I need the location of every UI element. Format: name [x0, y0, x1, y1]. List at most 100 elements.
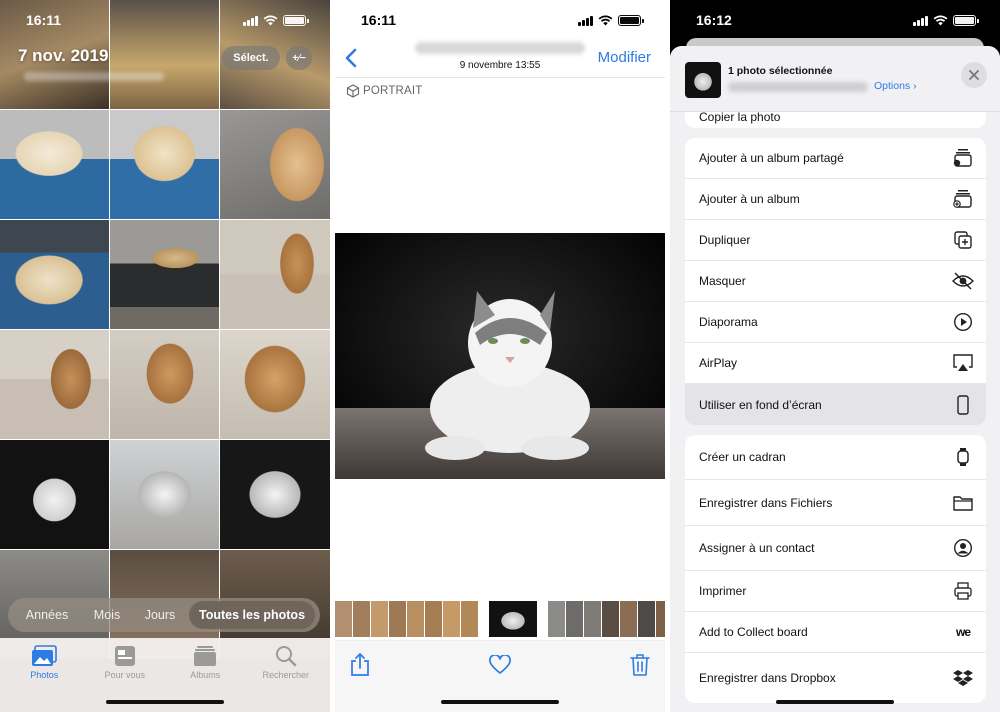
dropbox-icon [952, 667, 974, 689]
cube-icon [346, 84, 360, 98]
action-add-to-collect[interactable]: Add to Collect board we [685, 612, 986, 653]
contact-icon [952, 537, 974, 559]
status-bar: 16:11 [0, 0, 330, 40]
scrubber-thumbnail[interactable] [656, 601, 665, 637]
photo-thumbnail[interactable] [220, 440, 330, 549]
photo-thumbnail[interactable] [220, 110, 330, 219]
favorite-heart-icon[interactable] [489, 654, 511, 680]
action-hide[interactable]: Masquer [685, 261, 986, 302]
photo-grid [0, 0, 330, 659]
photo-thumbnail[interactable] [110, 440, 219, 549]
thumbnail-scrubber[interactable] [335, 601, 665, 639]
photo-viewer-screen: 16:11 9 novembre 13:55 Modifier PORTRAIT [335, 0, 665, 712]
trash-icon[interactable] [630, 653, 650, 682]
tab-photos[interactable]: Photos [4, 642, 85, 712]
photo-thumbnail[interactable] [220, 330, 330, 439]
action-add-album[interactable]: Ajouter à un album [685, 179, 986, 220]
wifi-icon [933, 14, 948, 26]
home-indicator [776, 700, 894, 704]
photo-thumbnail[interactable] [110, 220, 219, 329]
segment-years[interactable]: Années [11, 601, 83, 629]
more-actions-group: Créer un cadran Enregistrer dans Fichier… [685, 435, 986, 703]
edit-button[interactable]: Modifier [598, 49, 651, 66]
scrubber-thumbnail[interactable] [620, 601, 637, 637]
action-assign-to-contact[interactable]: Assigner à un contact [685, 526, 986, 571]
selection-count: 1 photo sélectionnée [728, 65, 833, 77]
scrubber-thumbnail[interactable] [584, 601, 601, 637]
scrubber-thumbnail[interactable] [389, 601, 406, 637]
scrubber-thumbnail[interactable] [548, 601, 565, 637]
scrubber-thumbnail[interactable] [461, 601, 478, 637]
action-save-to-dropbox[interactable]: Enregistrer dans Dropbox [685, 653, 986, 703]
photo-thumbnail[interactable] [0, 220, 109, 329]
shared-album-icon [952, 147, 974, 169]
selected-photo-thumbnail [685, 62, 721, 98]
tab-search[interactable]: Rechercher [246, 642, 327, 712]
scrubber-thumbnail[interactable] [371, 601, 388, 637]
location-blurred [728, 82, 868, 92]
photo-thumbnail[interactable] [220, 220, 330, 329]
tab-label: Rechercher [262, 670, 310, 680]
home-indicator [441, 700, 559, 704]
main-photo[interactable] [335, 233, 665, 479]
scrubber-thumbnail[interactable] [638, 601, 655, 637]
photo-thumbnail[interactable] [0, 110, 109, 219]
status-time: 16:11 [26, 12, 62, 28]
folder-icon [952, 492, 974, 514]
row-label: Enregistrer dans Dropbox [699, 671, 836, 685]
date-heading: 7 nov. 2019 [18, 46, 109, 65]
location-subtitle-blurred [24, 72, 164, 81]
action-airplay[interactable]: AirPlay [685, 343, 986, 384]
row-label: Masquer [699, 274, 746, 288]
segment-all-photos[interactable]: Toutes les photos [189, 601, 316, 629]
scrubber-thumbnail-current[interactable] [489, 601, 537, 637]
scrubber-thumbnail[interactable] [566, 601, 583, 637]
navigation-bar: 9 novembre 13:55 Modifier [335, 40, 665, 78]
library-view-switcher: Années Mois Jours Toutes les photos [8, 598, 320, 632]
action-use-as-wallpaper[interactable]: Utiliser en fond d’écran [685, 384, 986, 425]
scrubber-thumbnail[interactable] [602, 601, 619, 637]
status-icons [913, 14, 979, 26]
action-save-to-files[interactable]: Enregistrer dans Fichiers [685, 480, 986, 526]
scrubber-thumbnail[interactable] [443, 601, 460, 637]
more-options-button[interactable]: +∕− [286, 46, 312, 70]
action-print[interactable]: Imprimer [685, 571, 986, 612]
share-icon[interactable] [350, 653, 370, 682]
photo-thumbnail[interactable] [110, 330, 219, 439]
row-label: Enregistrer dans Fichiers [699, 495, 833, 510]
close-button[interactable] [961, 62, 987, 88]
action-add-shared-album[interactable]: Ajouter à un album partagé [685, 138, 986, 179]
scrubber-thumbnail[interactable] [425, 601, 442, 637]
add-album-icon [952, 188, 974, 210]
row-label: Ajouter à un album [699, 192, 800, 206]
battery-icon [283, 14, 309, 26]
screenshot-collage: 16:11 7 nov. 2019 Sélect. +∕− Années Moi… [0, 0, 1000, 712]
options-link[interactable]: Options › [874, 80, 917, 92]
hide-eye-icon [952, 270, 974, 292]
signal-icon [578, 15, 593, 26]
tab-label: Pour vous [104, 670, 146, 680]
search-icon [275, 642, 297, 670]
action-slideshow[interactable]: Diaporama [685, 302, 986, 343]
close-icon [969, 70, 979, 80]
action-create-watch-face[interactable]: Créer un cadran [685, 435, 986, 480]
printer-icon [952, 580, 974, 602]
scrubber-thumbnail[interactable] [407, 601, 424, 637]
photo-thumbnail[interactable] [0, 440, 109, 549]
scrubber-thumbnail[interactable] [353, 601, 370, 637]
photo-thumbnail[interactable] [110, 110, 219, 219]
battery-icon [953, 14, 979, 26]
action-duplicate[interactable]: Dupliquer [685, 220, 986, 261]
select-button[interactable]: Sélect. [222, 46, 280, 70]
scrubber-thumbnail[interactable] [335, 601, 352, 637]
segment-days[interactable]: Jours [131, 601, 189, 629]
share-sheet-screen: 16:12 1 photo sélectionnée Options › Cop… [670, 0, 1000, 712]
row-label: AirPlay [699, 356, 738, 370]
status-bar: 16:12 [670, 0, 1000, 40]
photos-icon [31, 642, 58, 670]
segment-months[interactable]: Mois [83, 601, 131, 629]
photo-thumbnail[interactable] [0, 330, 109, 439]
chevron-right-icon: › [913, 80, 917, 92]
for-you-icon [114, 642, 136, 670]
actions-group: Ajouter à un album partagé Ajouter à un … [685, 138, 986, 425]
